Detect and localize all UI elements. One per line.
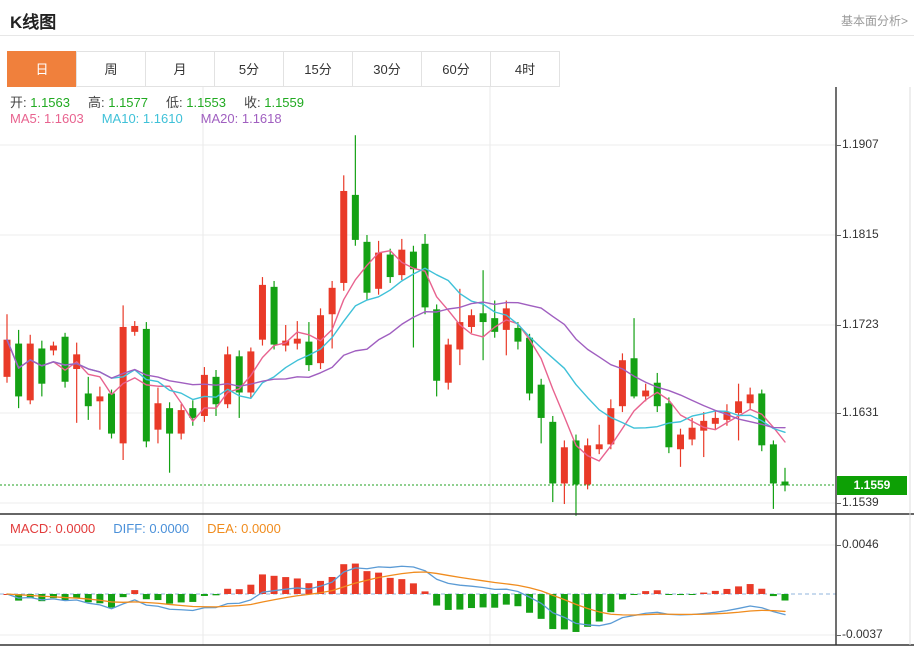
legend-item: DEA: 0.0000 (207, 521, 281, 536)
legend-item: DIFF: 0.0000 (113, 521, 189, 536)
legend-item: MACD: 0.0000 (10, 521, 95, 536)
tab-5分[interactable]: 5分 (214, 51, 284, 87)
axis-tick-label: 1.1723 (842, 317, 879, 331)
macd-legend: MACD: 0.0000 DIFF: 0.0000 DEA: 0.0000 (10, 521, 299, 536)
legend-item: MA5: 1.1603 (10, 111, 84, 126)
axis-tick-label: 1.1815 (842, 227, 879, 241)
axis-tick-label: 1.1631 (842, 405, 879, 419)
axis-tick (836, 413, 841, 414)
axis-tick-label: 1.1907 (842, 137, 879, 151)
tab-4时[interactable]: 4时 (490, 51, 560, 87)
tab-60分[interactable]: 60分 (421, 51, 491, 87)
ohlc-legend: 开: 1.1563 高: 1.1577 低: 1.1553 收: 1.1559 (10, 92, 322, 111)
current-price-badge: 1.1559 (837, 476, 907, 495)
legend-item: MA20: 1.1618 (201, 111, 282, 126)
axis-tick (836, 145, 841, 146)
legend-item: 开: 1.1563 (10, 95, 70, 110)
axis-tick-label: 1.1539 (842, 495, 879, 509)
tab-月[interactable]: 月 (145, 51, 215, 87)
tab-15分[interactable]: 15分 (283, 51, 353, 87)
ma-legend: MA5: 1.1603 MA10: 1.1610 MA20: 1.1618 (10, 111, 300, 126)
period-tabbar: 日周月5分15分30分60分4时 (8, 51, 560, 87)
axis-tick (836, 325, 841, 326)
legend-item: 高: 1.1577 (88, 95, 148, 110)
axis-tick (836, 635, 841, 636)
legend-item: 低: 1.1553 (166, 95, 226, 110)
axis-tick (836, 545, 841, 546)
legend-item: 收: 1.1559 (244, 95, 304, 110)
page-title: K线图 (10, 8, 56, 33)
legend-item: MA10: 1.1610 (102, 111, 183, 126)
fundamental-analysis-link[interactable]: 基本面分析> (841, 12, 908, 29)
tab-周[interactable]: 周 (76, 51, 146, 87)
axis-tick-label: -0.0037 (842, 627, 883, 641)
header-divider (0, 35, 914, 36)
axis-tick-label: 0.0046 (842, 537, 879, 551)
axis-tick (836, 235, 841, 236)
tab-30分[interactable]: 30分 (352, 51, 422, 87)
tab-日[interactable]: 日 (7, 51, 77, 87)
axis-tick (836, 503, 841, 504)
